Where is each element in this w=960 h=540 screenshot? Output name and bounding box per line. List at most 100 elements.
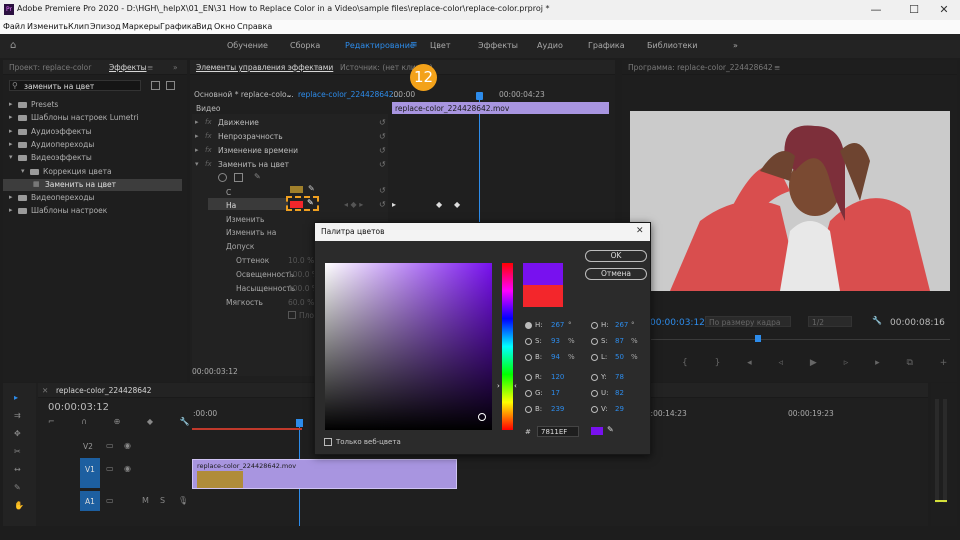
- color-mode-radio[interactable]: [525, 390, 532, 397]
- color-mode-radio[interactable]: [525, 406, 532, 413]
- fx-icon[interactable]: fx: [205, 133, 212, 140]
- effects-tree-item[interactable]: ▾ Видеоэффекты: [3, 152, 182, 164]
- timeline-playhead-icon[interactable]: [296, 419, 303, 427]
- track-a1-label[interactable]: A1: [85, 497, 95, 506]
- source-dropdown[interactable]: Основной * replace-colo...: [194, 90, 294, 99]
- tab-program[interactable]: Программа: replace-color_224428642: [628, 63, 773, 72]
- chevron-right-icon[interactable]: ▸: [9, 127, 13, 135]
- color-field-value[interactable]: 29: [615, 405, 624, 413]
- close-icon[interactable]: ✕: [636, 226, 644, 236]
- color-mode-radio[interactable]: [525, 338, 532, 345]
- chevron-right-icon[interactable]: ▸: [9, 140, 13, 148]
- effects-tree-item[interactable]: ▾ Коррекция цвета: [3, 166, 182, 178]
- reset-replace-icon[interactable]: ↺: [379, 161, 386, 169]
- chevron-down-icon[interactable]: ▾: [9, 154, 13, 161]
- effects-tree-item[interactable]: ▸ Видеопереходы: [3, 192, 182, 204]
- eyedropper-from-icon[interactable]: ✎: [308, 185, 315, 193]
- expand-keyframes-icon[interactable]: ▸: [392, 201, 396, 209]
- workspace-editing[interactable]: Редактирование: [345, 41, 415, 50]
- color-field-value[interactable]: 82: [615, 389, 624, 397]
- tab-project[interactable]: Проект: replace-color: [9, 63, 91, 72]
- eye-icon[interactable]: ◉: [124, 442, 131, 450]
- chevron-right-icon[interactable]: ▸: [9, 207, 13, 214]
- chevron-right-icon[interactable]: ▸: [9, 114, 13, 121]
- keyframe-marker-icon[interactable]: ◆: [436, 201, 442, 209]
- effects-tree-item[interactable]: ▸ Presets: [3, 99, 182, 111]
- workspace-audio[interactable]: Аудио: [537, 41, 563, 50]
- color-field-cursor[interactable]: [478, 413, 486, 421]
- workspace-assembly[interactable]: Сборка: [290, 41, 320, 50]
- workspace-effects[interactable]: Эффекты: [478, 41, 518, 50]
- chevron-right-icon[interactable]: ▸: [195, 133, 199, 140]
- effects-tree-item[interactable]: ▸ Аудиоэффекты: [3, 126, 182, 138]
- cancel-button[interactable]: Отмена: [585, 268, 647, 280]
- ok-button[interactable]: OK: [585, 250, 647, 262]
- color-mode-radio[interactable]: [591, 374, 598, 381]
- color-mode-radio[interactable]: [591, 390, 598, 397]
- color-mode-radio[interactable]: [591, 322, 598, 329]
- color-field-value[interactable]: 239: [551, 405, 564, 413]
- menu-sequence[interactable]: Эпизод: [90, 22, 121, 31]
- solo-icon[interactable]: S: [160, 497, 165, 505]
- pen-tool-icon[interactable]: ✎: [14, 484, 21, 492]
- mic-icon[interactable]: 🎙: [178, 497, 188, 505]
- timeline-tool-icons[interactable]: ⌐ ∩ ⊕ ◆ 🔧: [48, 417, 190, 427]
- ec-playhead-icon[interactable]: [476, 92, 483, 100]
- close-window-button[interactable]: ✕: [930, 2, 958, 18]
- keyframe-marker-icon[interactable]: ◆: [454, 201, 460, 209]
- reset-motion-icon[interactable]: ↺: [379, 119, 386, 127]
- color-field-value[interactable]: 17: [551, 389, 560, 397]
- hex-input[interactable]: 7811EF: [537, 426, 579, 437]
- track-select-tool-icon[interactable]: ⇉: [14, 412, 21, 420]
- menu-help[interactable]: Справка: [237, 22, 272, 31]
- color-field-value[interactable]: 87: [615, 337, 624, 345]
- chevron-right-icon[interactable]: ▸: [195, 119, 199, 126]
- accelerated-effects-icon[interactable]: [151, 81, 160, 90]
- tab-effect-controls[interactable]: Элементы управления эффектами: [196, 63, 333, 72]
- keyframe-nav-icon[interactable]: ◂ ◆ ▸: [344, 201, 363, 209]
- program-menu-icon[interactable]: ≡: [774, 63, 780, 72]
- color-field-value[interactable]: 120: [551, 373, 564, 381]
- program-scrubber[interactable]: [630, 339, 950, 340]
- effects-search-input[interactable]: заменить на цвет: [24, 82, 94, 91]
- color-field-value[interactable]: 50: [615, 353, 624, 361]
- lock-icon[interactable]: ▭: [106, 497, 114, 505]
- from-color-swatch[interactable]: [290, 186, 303, 193]
- effect-controls-menu-icon[interactable]: ≡: [314, 63, 320, 72]
- color-mode-radio[interactable]: [591, 338, 598, 345]
- fx-icon[interactable]: fx: [205, 161, 212, 168]
- param-hue-value[interactable]: 10.0 %: [288, 256, 314, 265]
- reset-from-icon[interactable]: ↺: [379, 187, 386, 195]
- clip-link[interactable]: replace-color_224428642...: [298, 90, 401, 99]
- menu-edit[interactable]: Изменить: [27, 22, 68, 31]
- eyedropper-to-icon[interactable]: ✎: [307, 199, 314, 207]
- chevron-down-icon[interactable]: ⌄: [286, 90, 292, 99]
- ec-timecode[interactable]: 00:00:03:12: [192, 367, 238, 376]
- fx-icon[interactable]: fx: [205, 119, 212, 126]
- panel-more-icon[interactable]: »: [173, 63, 178, 72]
- web-colors-checkbox[interactable]: [324, 438, 332, 446]
- workspace-graphics[interactable]: Графика: [588, 41, 625, 50]
- tab-effects[interactable]: Эффекты: [109, 63, 147, 72]
- reset-to-icon[interactable]: ↺: [379, 201, 386, 209]
- home-icon[interactable]: ⌂: [10, 41, 16, 51]
- menu-graphics[interactable]: Графика: [160, 22, 197, 31]
- workspace-learning[interactable]: Обучение: [227, 41, 268, 50]
- color-field-value[interactable]: 267: [551, 321, 564, 329]
- fx-icon[interactable]: fx: [205, 147, 212, 154]
- transport-controls[interactable]: { } ◂ ◃ ▶ ▹ ▸ ⧉ +: [682, 358, 952, 370]
- close-sequence-icon[interactable]: ✕: [42, 386, 48, 395]
- reset-opacity-icon[interactable]: ↺: [379, 133, 386, 141]
- color-mode-radio[interactable]: [591, 406, 598, 413]
- program-timecode-current[interactable]: 00:00:03:12: [650, 318, 705, 328]
- eye-icon[interactable]: ◉: [124, 465, 131, 473]
- menu-markers[interactable]: Маркеры: [122, 22, 160, 31]
- timeline-timecode[interactable]: 00:00:03:12: [48, 402, 109, 413]
- effects-tree-item[interactable]: ▸ Шаблоны настроек Lumetri: [3, 112, 182, 124]
- work-area-bar[interactable]: [192, 428, 302, 430]
- hand-tool-icon[interactable]: ✋: [14, 502, 24, 510]
- chevron-down-icon[interactable]: ▾: [21, 167, 25, 175]
- eyedropper-icon[interactable]: ✎: [607, 426, 614, 434]
- effects-tree-item[interactable]: ▦ Заменить на цвет: [3, 178, 182, 191]
- color-mode-radio[interactable]: [591, 354, 598, 361]
